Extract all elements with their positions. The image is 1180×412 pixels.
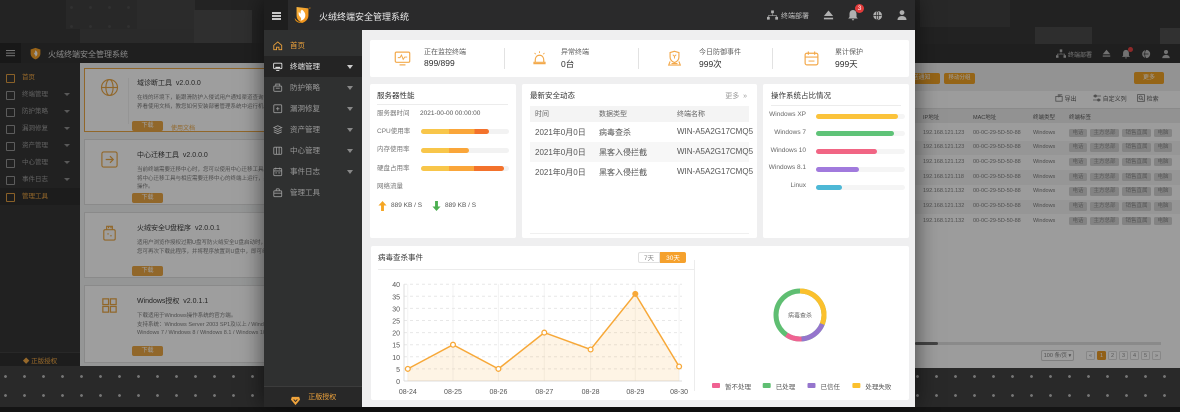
- svg-text:25: 25: [392, 319, 400, 326]
- svg-text:08-24: 08-24: [399, 389, 417, 396]
- svg-text:已信任: 已信任: [821, 382, 841, 391]
- svg-text:5: 5: [396, 367, 400, 374]
- svg-text:病毒查杀: 病毒查杀: [788, 312, 812, 320]
- svg-text:08-27: 08-27: [535, 389, 553, 396]
- svg-text:0: 0: [396, 379, 400, 386]
- svg-text:30: 30: [392, 306, 400, 313]
- svg-text:10: 10: [392, 355, 400, 362]
- svg-text:08-30: 08-30: [670, 389, 688, 396]
- svg-text:08-25: 08-25: [444, 389, 462, 396]
- svg-text:08-29: 08-29: [626, 389, 644, 396]
- svg-text:处理失败: 处理失败: [865, 382, 892, 391]
- svg-text:35: 35: [392, 294, 400, 301]
- svg-text:08-26: 08-26: [489, 389, 507, 396]
- svg-text:08-28: 08-28: [582, 389, 600, 396]
- svg-text:40: 40: [392, 282, 400, 289]
- svg-text:暂不处理: 暂不处理: [725, 382, 752, 391]
- svg-text:15: 15: [392, 343, 400, 350]
- svg-text:20: 20: [392, 331, 400, 338]
- svg-text:已处理: 已处理: [776, 382, 796, 391]
